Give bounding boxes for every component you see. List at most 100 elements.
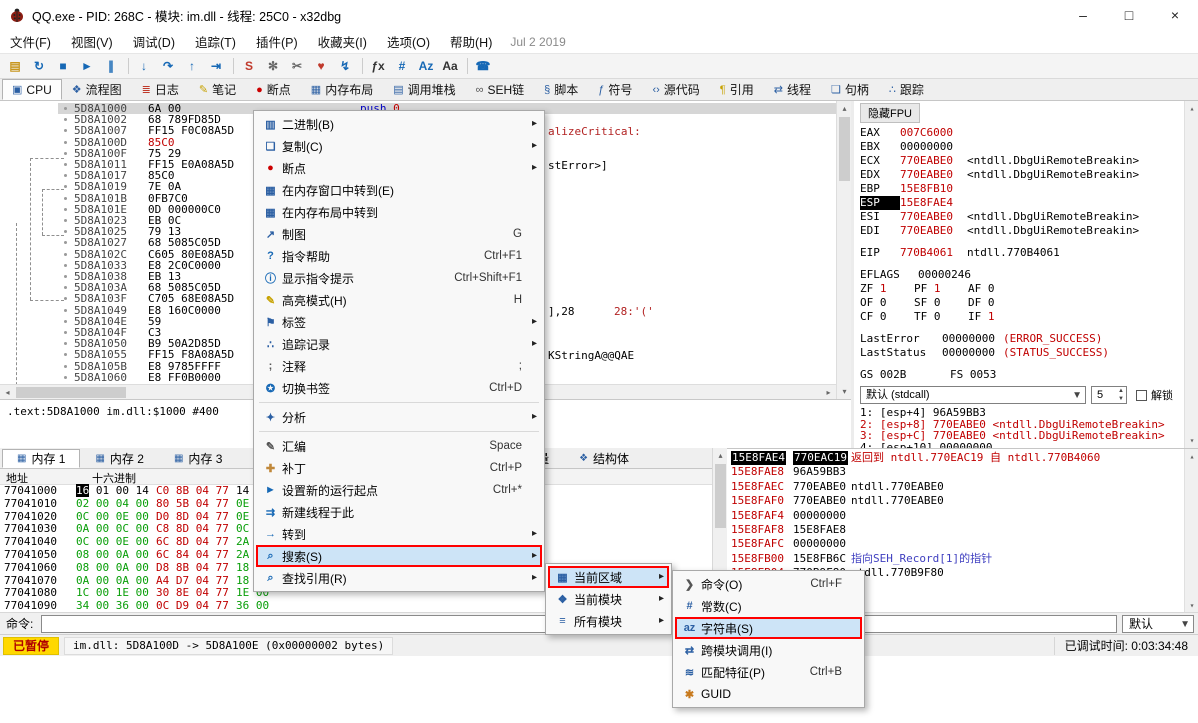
scroll-up-icon[interactable]: ▴ xyxy=(837,101,852,116)
view-tab[interactable]: ●断点 xyxy=(246,79,301,100)
step-over-icon[interactable]: ↷ xyxy=(157,56,179,76)
hash-icon[interactable]: # xyxy=(391,56,413,76)
context-menu-item[interactable]: ⚑标签▸ xyxy=(256,311,542,333)
context-menu-item[interactable]: ⓘ显示指令提示Ctrl+Shift+F1 xyxy=(256,267,542,289)
context-menu-item[interactable]: ▦在内存布局中转到 xyxy=(256,201,542,223)
view-tab[interactable]: ‹›源代码 xyxy=(642,79,709,100)
maximize-button[interactable]: □ xyxy=(1106,0,1152,30)
registers-pane[interactable]: 隐藏FPU EAX007C6000EBX00000000ECX770EABE0<… xyxy=(854,101,1198,448)
search-type-item[interactable]: ❯命令(O)Ctrl+F xyxy=(675,573,862,595)
restart-icon[interactable]: ↻ xyxy=(28,56,50,76)
view-tab[interactable]: ∞SEH链 xyxy=(466,79,535,100)
spinner-arrows-icon[interactable]: ▲▼ xyxy=(1118,387,1124,403)
scroll-right-icon[interactable]: ▸ xyxy=(821,385,836,400)
view-tab[interactable]: ƒ符号 xyxy=(588,79,642,100)
view-tab[interactable]: ⇄线程 xyxy=(764,79,821,100)
minimize-button[interactable]: – xyxy=(1060,0,1106,30)
search-type-item[interactable]: az字符串(S) xyxy=(675,617,862,639)
calling-convention-dropdown[interactable]: 默认 (stdcall) ▼ xyxy=(860,386,1086,404)
case-icon[interactable]: Az xyxy=(415,56,437,76)
scroll-up-icon[interactable]: ▴ xyxy=(713,448,728,463)
close-button[interactable]: × xyxy=(1152,0,1198,30)
open-file-icon[interactable]: ▤ xyxy=(4,56,26,76)
context-menu-item[interactable]: ❏复制(C)▸ xyxy=(256,135,542,157)
menubar-item[interactable]: 帮助(H) xyxy=(440,29,502,54)
bottom-tab[interactable]: ▦内存 3 xyxy=(159,449,237,468)
font-icon[interactable]: Aa xyxy=(439,56,461,76)
run-icon[interactable]: ► xyxy=(76,56,98,76)
scrollbar-thumb[interactable] xyxy=(839,117,850,181)
stop-icon[interactable]: ■ xyxy=(52,56,74,76)
search-type-item[interactable]: ✱GUID xyxy=(675,683,862,705)
view-tab[interactable]: ¶引用 xyxy=(710,79,764,100)
menubar-item[interactable]: 收藏夹(I) xyxy=(308,29,377,54)
scrollbar-thumb[interactable] xyxy=(715,464,726,528)
unlock-checkbox[interactable] xyxy=(1136,390,1147,401)
context-menu-item[interactable]: ✎高亮模式(H)H xyxy=(256,289,542,311)
view-tab[interactable]: ▣CPU xyxy=(2,79,62,100)
attach-icon[interactable]: ↯ xyxy=(334,56,356,76)
scroll-up-icon[interactable]: ▴ xyxy=(1185,101,1198,116)
view-tab[interactable]: ▤调用堆栈 xyxy=(383,79,465,100)
scroll-down-icon[interactable]: ▾ xyxy=(1185,598,1198,613)
stack-row[interactable]: 15E8FAE896A59BB3 xyxy=(727,465,1184,479)
context-menu-item[interactable]: ✚补丁Ctrl+P xyxy=(256,457,542,479)
stack-row[interactable]: 15E8FB0015E8FB6C指向SEH_Record[1]的指针 xyxy=(727,552,1184,566)
stack-row[interactable]: 15E8FAFC00000000 xyxy=(727,537,1184,551)
context-menu-item[interactable]: ⌕查找引用(R)▸ xyxy=(256,567,542,589)
bottom-tab[interactable]: ❖结构体 xyxy=(564,449,644,468)
view-tab[interactable]: §脚本 xyxy=(534,79,588,100)
context-menu-item[interactable]: ►设置新的运行起点Ctrl+* xyxy=(256,479,542,501)
menubar-item[interactable]: 追踪(T) xyxy=(185,29,246,54)
stack-row[interactable]: 15E8FAF400000000 xyxy=(727,509,1184,523)
menubar-item[interactable]: 选项(O) xyxy=(377,29,440,54)
bottom-tab[interactable]: ▦内存 2 xyxy=(80,449,158,468)
scylla-icon[interactable]: S xyxy=(238,56,260,76)
stack-row[interactable]: 15E8FAE4770EAC19返回到 ntdll.770EAC19 自 ntd… xyxy=(727,451,1184,465)
search-scope-item[interactable]: ≡所有模块▸ xyxy=(548,610,669,632)
view-tab[interactable]: ❏句柄 xyxy=(821,79,879,100)
context-menu-item[interactable]: ⌕搜索(S)▸ xyxy=(256,545,542,567)
context-menu-item[interactable]: ↗制图G xyxy=(256,223,542,245)
scroll-up-icon[interactable]: ▴ xyxy=(1185,449,1198,464)
view-tab[interactable]: ❖流程图 xyxy=(62,79,132,100)
scroll-down-icon[interactable]: ▾ xyxy=(837,384,852,399)
context-menu-item[interactable]: ?指令帮助Ctrl+F1 xyxy=(256,245,542,267)
view-tab[interactable]: ▦内存布局 xyxy=(301,79,383,100)
bottom-tab[interactable]: ▦内存 1 xyxy=(2,449,80,468)
context-menu-item[interactable]: ✎汇编Space xyxy=(256,435,542,457)
stack-vertical-scrollbar[interactable]: ▴ ▾ xyxy=(1184,449,1198,613)
search-type-item[interactable]: ≋匹配特征(P)Ctrl+B xyxy=(675,661,862,683)
disassembly-vertical-scrollbar[interactable]: ▴ ▾ xyxy=(836,101,851,399)
context-menu-item[interactable]: ●断点▸ xyxy=(256,157,542,179)
scrollbar-thumb[interactable] xyxy=(16,387,126,398)
context-menu-item[interactable]: →转到▸ xyxy=(256,523,542,545)
registers-vertical-scrollbar[interactable]: ▴ ▾ xyxy=(1184,101,1198,448)
context-menu-item[interactable]: ⇉新建线程于此 xyxy=(256,501,542,523)
context-menu-item[interactable]: ▥二进制(B)▸ xyxy=(256,113,542,135)
stack-row[interactable]: 15E8FAEC770EABE0ntdll.770EABE0 xyxy=(727,480,1184,494)
favourites-icon[interactable]: ♥ xyxy=(310,56,332,76)
scroll-down-icon[interactable]: ▾ xyxy=(1185,433,1198,448)
context-menu-item[interactable]: ▦在内存窗口中转到(E) xyxy=(256,179,542,201)
calculator-icon[interactable]: ƒx xyxy=(367,56,389,76)
context-menu-item[interactable]: ∴追踪记录▸ xyxy=(256,333,542,355)
stack-row[interactable]: 15E8FAF0770EABE0ntdll.770EABE0 xyxy=(727,494,1184,508)
menubar-item[interactable]: 文件(F) xyxy=(0,29,61,54)
menubar-item[interactable]: 插件(P) xyxy=(246,29,308,54)
view-tab[interactable]: ✎笔记 xyxy=(189,79,246,100)
context-menu-item[interactable]: ✦分析▸ xyxy=(256,406,542,428)
pause-icon[interactable]: ∥ xyxy=(100,56,122,76)
scroll-left-icon[interactable]: ◂ xyxy=(0,385,15,400)
run-to-user-icon[interactable]: ⇥ xyxy=(205,56,227,76)
menubar-item[interactable]: 视图(V) xyxy=(61,29,123,54)
command-dropdown[interactable]: 默认 ▼ xyxy=(1122,615,1194,633)
search-type-item[interactable]: ⇄跨模块调用(I) xyxy=(675,639,862,661)
search-scope-item[interactable]: ❖当前模块▸ xyxy=(548,588,669,610)
menubar-item[interactable]: 调试(D) xyxy=(123,29,185,54)
context-menu-item[interactable]: ;注释; xyxy=(256,355,542,377)
step-into-icon[interactable]: ↓ xyxy=(133,56,155,76)
context-menu-item[interactable]: ✪切换书签Ctrl+D xyxy=(256,377,542,399)
step-out-icon[interactable]: ↑ xyxy=(181,56,203,76)
stack-row[interactable]: 15E8FAF815E8FAE8 xyxy=(727,523,1184,537)
